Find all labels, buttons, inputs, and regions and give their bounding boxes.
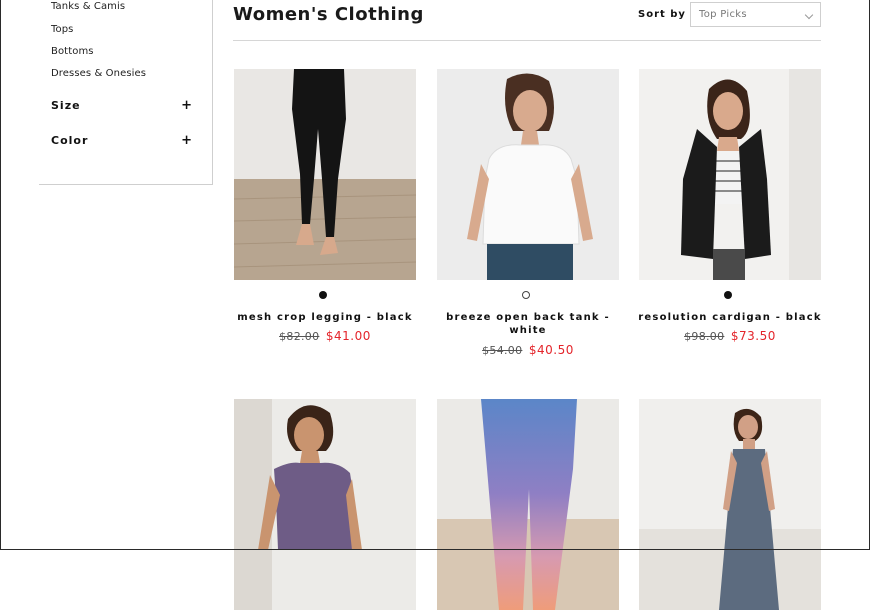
filter-color-label: Color [51,134,89,147]
category-link-dresses-onesies[interactable]: Dresses & Onesies [51,68,146,79]
category-link-bottoms[interactable]: Bottoms [51,46,94,57]
sale-price: $40.50 [528,343,574,357]
color-swatch[interactable] [724,291,732,299]
original-price: $82.00 [279,330,320,343]
product-price: $54.00 $40.50 [437,343,619,357]
chevron-down-icon [804,10,814,20]
plus-icon[interactable]: + [181,98,193,113]
filter-color[interactable]: Color + [51,133,193,148]
product-image[interactable] [437,399,619,610]
sale-price: $41.00 [325,329,371,343]
sort-label: Sort by [638,9,686,20]
product-image[interactable] [639,69,821,280]
product-image[interactable] [234,399,416,610]
product-name[interactable]: breeze open back tank - white [427,311,629,337]
filter-size[interactable]: Size + [51,98,193,113]
header-divider [233,40,821,41]
product-card[interactable] [639,399,821,610]
product-price: $98.00 $73.50 [639,329,821,343]
product-card[interactable]: breeze open back tank - white $54.00 $40… [437,69,619,357]
product-card[interactable] [437,399,619,610]
original-price: $54.00 [482,344,523,357]
product-card[interactable]: resolution cardigan - black $98.00 $73.5… [638,69,821,343]
product-card[interactable]: mesh crop legging - black $82.00 $41.00 [234,69,416,343]
category-link-tops[interactable]: Tops [51,24,74,35]
page-title: Women's Clothing [233,4,424,25]
product-card[interactable] [234,399,416,610]
plus-icon[interactable]: + [181,133,193,148]
sale-price: $73.50 [730,329,776,343]
color-swatch[interactable] [319,291,327,299]
sort-select-value: Top Picks [699,9,747,20]
product-price: $82.00 $41.00 [234,329,416,343]
filter-sidebar: Tanks & Camis Tops Bottoms Dresses & One… [39,0,213,185]
sort-select[interactable]: Top Picks [690,2,821,27]
product-name[interactable]: mesh crop legging - black [224,311,426,324]
filter-size-label: Size [51,99,81,112]
original-price: $98.00 [684,330,725,343]
product-name[interactable]: resolution cardigan - black [629,311,831,324]
color-swatch[interactable] [522,291,530,299]
product-image[interactable] [234,69,416,280]
product-image[interactable] [639,399,821,610]
product-image[interactable] [437,69,619,280]
category-link-tanks-camis[interactable]: Tanks & Camis [51,1,125,12]
